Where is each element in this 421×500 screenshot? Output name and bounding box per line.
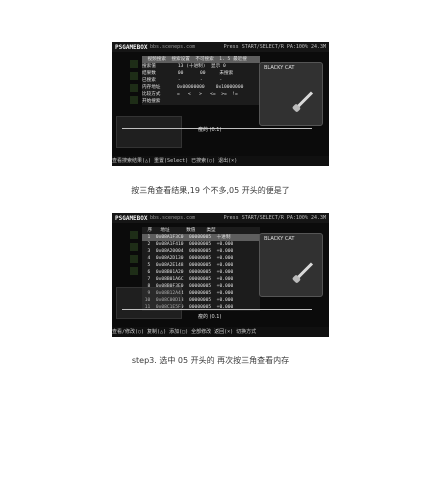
background-tile (130, 60, 138, 68)
menu-row[interactable]: 已搜索 - - - (142, 77, 260, 84)
status-label: 瘦的 (0.1) (198, 314, 222, 320)
footer-hints: 查看/修改(○) 复制(△) 添加(□) 全部修改 返回(×) 切换方式 (112, 327, 329, 337)
game-screenshot-1: PSGAMEBOX bbs.sceneps.com Press START/SE… (112, 42, 329, 166)
info-box (116, 116, 182, 148)
table-row[interactable]: 1 0x08A1F3C0 00000005 十进制 (142, 234, 260, 241)
background-tile (130, 243, 138, 251)
table-header: 序 地址 数值 类型 (142, 228, 216, 233)
logo: PSGAMEBOX (115, 215, 148, 222)
background-tile (130, 72, 138, 80)
card-title: BLACKY CAT (264, 236, 295, 242)
character-card: BLACKY CAT (259, 62, 323, 126)
info-box (116, 287, 182, 319)
top-status-bar: PSGAMEBOX bbs.sceneps.com Press START/SE… (112, 213, 329, 223)
character-card: BLACKY CAT (259, 233, 323, 297)
menu-row[interactable]: 比较方式 = < > <= >= != (142, 91, 260, 98)
background-tile (130, 96, 138, 104)
caption-1: 按三角查看结果,19 个不多,05 开头的便是了 (131, 186, 290, 195)
site-url: bbs.sceneps.com (150, 215, 196, 221)
logo: PSGAMEBOX (115, 44, 148, 51)
table-row[interactable]: 4 0x08A2D130 00000005 +0.000 (142, 255, 260, 262)
background-tile (130, 267, 138, 275)
scroll-track (122, 309, 312, 310)
table-row[interactable]: 6 0x08B01A20 00000005 +0.000 (142, 269, 260, 276)
sword-icon (295, 262, 314, 281)
status-label: 瘦的 (0.1) (198, 127, 222, 133)
menu-row[interactable]: 开始搜索 (142, 98, 260, 105)
table-row[interactable]: 7 0x08B01A6C 00000005 +0.000 (142, 276, 260, 283)
status-meta: Press START/SELECT/R PA:100% 24.3M (223, 215, 326, 221)
game-screenshot-2: PSGAMEBOX bbs.sceneps.com Press START/SE… (112, 213, 329, 337)
table-row[interactable]: 5 0x08A2E148 00000005 +0.000 (142, 262, 260, 269)
menu-row[interactable]: 内存地址 0x00000000 0x10000000 (142, 84, 260, 91)
background-tile (130, 255, 138, 263)
search-panel: 视频搜索 搜索设置 不可搜索 1. 5 最近搜 搜索值 13 (十进制) 显示 … (142, 56, 260, 105)
table-row[interactable]: 2 0x08A1F410 00000005 +0.000 (142, 241, 260, 248)
background-tile (130, 231, 138, 239)
background-tile (130, 84, 138, 92)
card-title: BLACKY CAT (264, 65, 295, 71)
table-row[interactable]: 3 0x08A20004 00000005 +0.000 (142, 248, 260, 255)
menu-row[interactable]: 视频搜索 搜索设置 不可搜索 1. 5 最近搜 (142, 56, 260, 63)
site-url: bbs.sceneps.com (150, 44, 196, 50)
sword-icon (295, 91, 314, 110)
caption-2: step3. 选中 05 开头的 再次按三角查看内存 (131, 356, 290, 365)
menu-row[interactable]: 结果数 00 00 未搜索 (142, 70, 260, 77)
footer-hints: 查看搜索结果(△) 重置(Select) 已搜索(○) 退出(×) (112, 156, 329, 166)
status-meta: Press START/SELECT/R PA:100% 24.3M (223, 44, 326, 50)
top-status-bar: PSGAMEBOX bbs.sceneps.com Press START/SE… (112, 42, 329, 52)
menu-row[interactable]: 搜索值 13 (十进制) 显示 0 (142, 63, 260, 70)
